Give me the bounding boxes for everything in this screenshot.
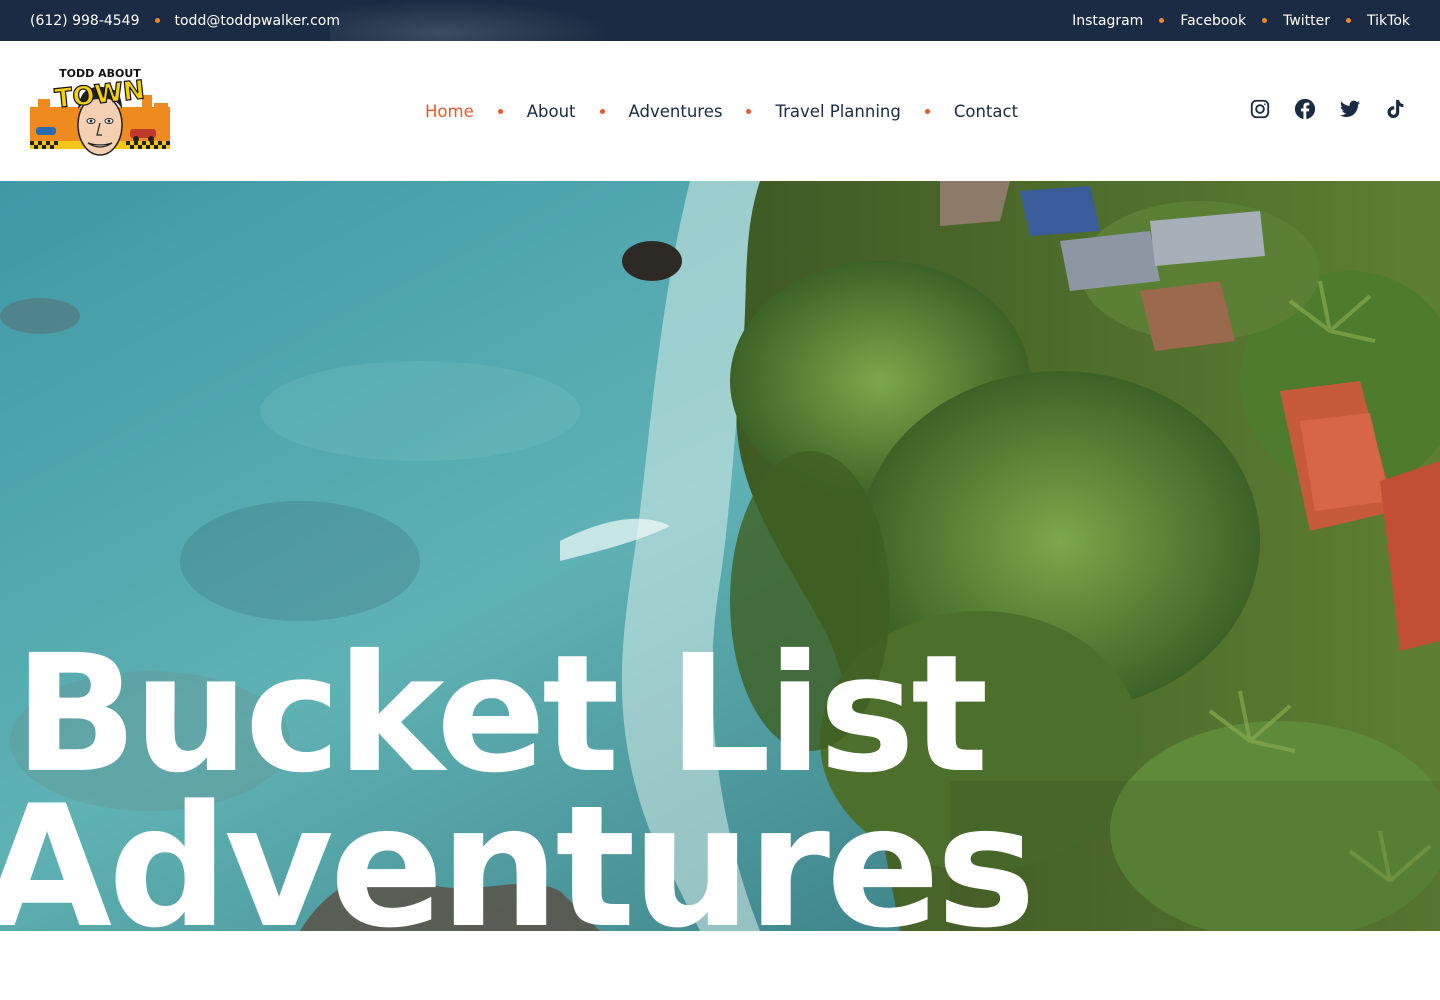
separator-dot [1262,18,1268,23]
social-links: Instagram Facebook Twitter TikTok [1072,13,1410,29]
hero-title: Bucket List Adventures [0,634,1036,931]
instagram-icon[interactable] [1249,98,1271,120]
nav-item-about[interactable]: About [527,102,576,121]
topbar-foliage-texture [330,0,610,41]
hero-title-line-2: Adventures [0,768,1036,931]
site-header: TODD ABOUT TOWN Home About Adventures Tr… [0,41,1440,181]
phone-link[interactable]: (612) 998-4549 [30,13,140,29]
contact-info: (612) 998-4549 todd@toddpwalker.com [30,13,340,29]
logo-illustration: TODD ABOUT TOWN [30,67,170,156]
main-nav: Home About Adventures Travel Planning Co… [425,41,1018,181]
twitter-icon[interactable] [1339,98,1361,120]
separator-dot [154,18,160,23]
header-social-icons [1249,98,1406,120]
nav-separator-dot [746,108,752,114]
top-contact-bar: (612) 998-4549 todd@toddpwalker.com Inst… [0,0,1440,41]
hero-banner: Bucket List Adventures [0,181,1440,931]
nav-item-home[interactable]: Home [425,102,474,121]
nav-separator-dot [599,108,605,114]
twitter-link[interactable]: Twitter [1283,13,1330,29]
email-link[interactable]: todd@toddpwalker.com [175,13,341,29]
nav-item-travel-planning[interactable]: Travel Planning [775,102,900,121]
site-logo[interactable]: TODD ABOUT TOWN [30,63,170,161]
facebook-link[interactable]: Facebook [1180,13,1246,29]
tiktok-link[interactable]: TikTok [1367,13,1410,29]
tiktok-icon[interactable] [1384,98,1406,120]
facebook-icon[interactable] [1294,98,1316,120]
instagram-link[interactable]: Instagram [1072,13,1143,29]
separator-dot [1346,18,1352,23]
separator-dot [1159,18,1165,23]
nav-separator-dot [497,108,503,114]
nav-item-contact[interactable]: Contact [954,102,1018,121]
nav-separator-dot [924,108,930,114]
page-content-start [0,931,1440,1000]
nav-item-adventures[interactable]: Adventures [629,102,723,121]
